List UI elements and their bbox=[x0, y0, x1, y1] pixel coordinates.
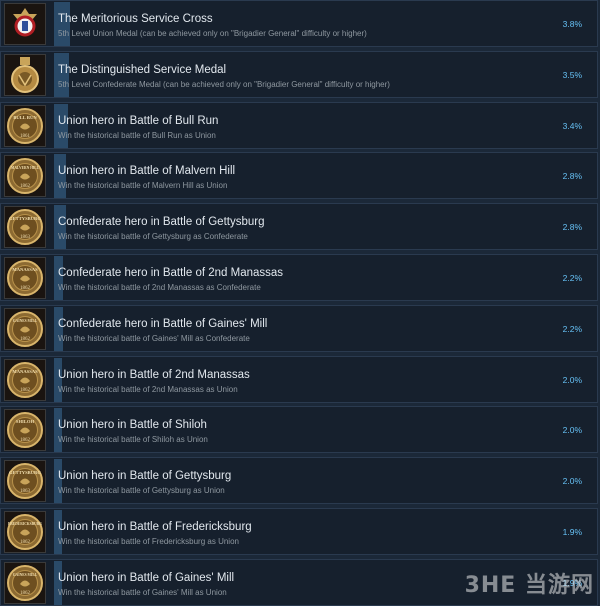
achievement-description: 5th Level Confederate Medal (can be achi… bbox=[58, 80, 390, 89]
gaines-mill-coin-icon: GAINES MILL 1862 bbox=[4, 308, 46, 350]
unlock-percent: 2.0% bbox=[562, 476, 582, 486]
unlock-percent: 3.5% bbox=[562, 70, 582, 80]
coin-year: 1862 bbox=[20, 388, 31, 393]
bull-run-coin-icon: BULL RUN 1861 bbox=[4, 105, 46, 147]
unlock-percent: 2.8% bbox=[562, 171, 582, 181]
achievement-description: Win the historical battle of Bull Run as… bbox=[58, 131, 216, 140]
achievement-title: The Distinguished Service Medal bbox=[58, 64, 227, 76]
coin-year: 1862 bbox=[20, 286, 31, 291]
service-cross-icon bbox=[4, 3, 46, 45]
unlock-percent: 2.8% bbox=[562, 222, 582, 232]
achievement-title: Union hero in Battle of Gettysburg bbox=[58, 470, 232, 482]
achievement-description: Win the historical battle of Fredericksb… bbox=[58, 537, 239, 546]
coin-label: FREDERICKSBURG bbox=[8, 522, 42, 526]
coin-label: BULL RUN bbox=[13, 115, 37, 120]
unlock-percent: 2.0% bbox=[562, 425, 582, 435]
achievement-row[interactable]: MANASSAS 1862 Union hero in Battle of 2nd … bbox=[0, 356, 598, 403]
achievement-description: Win the historical battle of Gaines' Mil… bbox=[58, 588, 227, 597]
unlock-percent: 2.2% bbox=[562, 273, 582, 283]
coin-label: GAINES MILL bbox=[13, 319, 38, 323]
coin-year: 1863 bbox=[20, 489, 31, 494]
coin-label: MANASSAS bbox=[12, 369, 38, 374]
gettysburg-coin-icon: GETTYSBURG 1863 bbox=[4, 206, 46, 248]
coin-year: 1862 bbox=[20, 591, 31, 596]
achievement-title: Confederate hero in Battle of Gaines' Mi… bbox=[58, 318, 268, 330]
achievement-row[interactable]: GETTYSBURG 1863 Union hero in Battle of Ge… bbox=[0, 457, 598, 504]
manassas-coin-icon: MANASSAS 1862 bbox=[4, 359, 46, 401]
achievement-row[interactable]: MANASSAS 1862 Confederate hero in Battle o… bbox=[0, 254, 598, 301]
malvern-hill-coin-icon: MALVERN HILL 1862 bbox=[4, 155, 46, 197]
achievement-title: The Meritorious Service Cross bbox=[58, 13, 213, 25]
unlock-percent: 2.0% bbox=[562, 375, 582, 385]
coin-year: 1862 bbox=[20, 540, 31, 545]
service-medal-icon bbox=[4, 54, 46, 96]
gaines-mill-coin-icon: GAINES MILL 1862 bbox=[4, 562, 46, 604]
achievement-row[interactable]: GETTYSBURG 1863 Confederate hero in Battle… bbox=[0, 203, 598, 250]
unlock-percent: 3.8% bbox=[562, 19, 582, 29]
achievement-title: Union hero in Battle of Shiloh bbox=[58, 419, 207, 431]
coin-year: 1863 bbox=[20, 235, 31, 240]
manassas-coin-icon: MANASSAS 1862 bbox=[4, 257, 46, 299]
achievement-row[interactable]: MALVERN HILL 1862 Union hero in Battle of … bbox=[0, 152, 598, 199]
achievement-row[interactable]: GAINES MILL 1862 Confederate hero in Battl… bbox=[0, 305, 598, 352]
coin-label: GETTYSBURG bbox=[9, 470, 41, 475]
achievement-description: Win the historical battle of Gettysburg … bbox=[58, 232, 248, 241]
coin-year: 1862 bbox=[20, 184, 31, 189]
unlock-percent: 1.9% bbox=[562, 527, 582, 537]
achievement-row[interactable]: The Distinguished Service Medal 5th Level… bbox=[0, 51, 598, 98]
achievement-title: Union hero in Battle of Bull Run bbox=[58, 115, 219, 127]
achievement-description: 5th Level Union Medal (can be achieved o… bbox=[58, 29, 367, 38]
coin-year: 1862 bbox=[20, 438, 31, 443]
achievement-row[interactable]: SHILOH 1862 Union hero in Battle of Shiloh… bbox=[0, 406, 598, 453]
coin-label: GAINES MILL bbox=[13, 573, 38, 577]
achievement-description: Win the historical battle of 2nd Manassa… bbox=[58, 283, 261, 292]
coin-label: GETTYSBURG bbox=[9, 216, 41, 221]
achievement-title: Confederate hero in Battle of Gettysburg bbox=[58, 216, 265, 228]
achievement-description: Win the historical battle of Gettysburg … bbox=[58, 486, 225, 495]
achievement-row[interactable]: The Meritorious Service Cross 5th Level U… bbox=[0, 0, 598, 47]
unlock-percent: 3.4% bbox=[562, 121, 582, 131]
achievement-description: Win the historical battle of Shiloh as U… bbox=[58, 435, 208, 444]
shiloh-coin-icon: SHILOH 1862 bbox=[4, 409, 46, 451]
achievement-title: Union hero in Battle of Malvern Hill bbox=[58, 165, 236, 177]
watermark: 3HE 当游网 bbox=[464, 573, 594, 598]
achievement-row[interactable]: FREDERICKSBURG 1862 Union hero in Battle o… bbox=[0, 508, 598, 555]
achievement-title: Union hero in Battle of Gaines' Mill bbox=[58, 572, 235, 584]
coin-label: SHILOH bbox=[16, 419, 35, 424]
achievement-description: Win the historical battle of Malvern Hil… bbox=[58, 181, 228, 190]
achievement-title: Union hero in Battle of Fredericksburg bbox=[58, 521, 252, 533]
fredericksburg-coin-icon: FREDERICKSBURG 1862 bbox=[4, 511, 46, 553]
unlock-percent: 2.2% bbox=[562, 324, 582, 334]
coin-year: 1861 bbox=[20, 134, 31, 139]
gettysburg-coin-icon: GETTYSBURG 1863 bbox=[4, 460, 46, 502]
coin-label: MALVERN HILL bbox=[11, 166, 40, 170]
achievement-title: Union hero in Battle of 2nd Manassas bbox=[58, 369, 250, 381]
coin-label: MANASSAS bbox=[12, 267, 38, 272]
achievement-description: Win the historical battle of 2nd Manassa… bbox=[58, 385, 238, 394]
achievement-description: Win the historical battle of Gaines' Mil… bbox=[58, 334, 250, 343]
coin-year: 1862 bbox=[20, 337, 31, 342]
achievement-row[interactable]: BULL RUN 1861 Union hero in Battle of Bull… bbox=[0, 102, 598, 149]
achievement-title: Confederate hero in Battle of 2nd Manass… bbox=[58, 267, 284, 279]
